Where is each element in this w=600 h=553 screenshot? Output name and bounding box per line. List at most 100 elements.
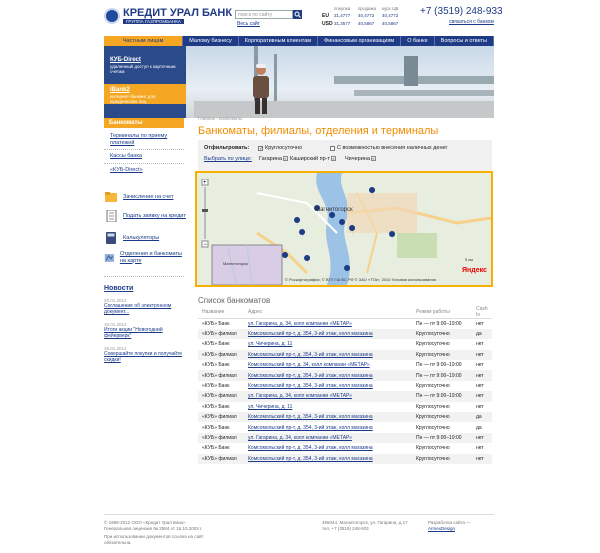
table-row: «КУБ» Банк ул. Чичерина, д. 11 Круглосуточ…	[198, 339, 492, 349]
promo-title[interactable]: КУБ-Direct	[110, 57, 180, 63]
table-row: «КУБ» Банк ул. Чичерина, д. 11 Круглосуточ…	[198, 402, 492, 412]
cell-cash-in: нет	[472, 349, 492, 361]
left-menu-item-cash-desks[interactable]: Кассы банка	[110, 153, 182, 160]
rate-cb: 40,5867	[382, 21, 399, 26]
cell-address[interactable]: Комсомольский пр-т, д. 354, 3-ий этаж, к…	[244, 422, 412, 432]
table-row: «КУБ» филиал ул. Гагарина, д. 34, колл ко…	[198, 432, 492, 444]
rate-sell: 40,5867	[358, 21, 375, 26]
atm-map[interactable]: + − Магнитогорск Магнитогорск 5 км Яндекс…	[195, 171, 493, 287]
tool-deposit[interactable]: Зачисление на счет	[104, 191, 186, 203]
nav-item-private[interactable]: Частным лицам	[104, 36, 184, 46]
map-zoom-control[interactable]: + −	[201, 179, 209, 249]
news-link[interactable]: Соглашение об электронном документ...	[104, 303, 186, 315]
cell-hours: Круглосуточно	[412, 349, 472, 361]
cell-name: «КУБ» филиал	[198, 328, 244, 340]
table-row: «КУБ» Банк Комсомольский пр-т, д. 354, 3-…	[198, 443, 492, 453]
rates-col-buy: покупка	[334, 6, 351, 11]
round-the-clock-checkbox[interactable]: ✓ Круглосуточно	[258, 145, 302, 151]
yandex-logo[interactable]: Яндекс	[462, 267, 487, 274]
cell-address[interactable]: ул. Чичерина, д. 11	[244, 339, 412, 349]
promo-kub-direct[interactable]: КУБ-Direct удаленный доступ к карточным …	[104, 54, 186, 77]
table-row: «КУБ» филиал Комсомольский пр-т, д. 354, …	[198, 328, 492, 340]
rate-currency: USD	[322, 21, 333, 27]
cash-in-checkbox[interactable]: С возможностью внесения наличных денег	[330, 145, 448, 151]
cell-address[interactable]: Комсомольский пр-т, д. 354, 3-ий этаж, к…	[244, 412, 412, 423]
promo-title[interactable]: IBank2	[110, 87, 180, 93]
map-scale: 5 км	[465, 257, 473, 262]
news-heading[interactable]: Новости	[104, 285, 133, 292]
left-menu-item-kub-direct[interactable]: «КУБ-Direct»	[110, 167, 182, 174]
tool-credit-request[interactable]: Подать заявку на кредит	[104, 210, 186, 222]
table-row: «КУБ» Банк ул. Гагарина, д. 34, колл комп…	[198, 319, 492, 329]
cell-address[interactable]: Комсомольский пр-т, д. 354, 3-ий этаж, к…	[244, 349, 412, 361]
street-tag[interactable]: Чичерина ×	[345, 156, 376, 162]
news-link[interactable]: Совершайте покупки и получайте скидки!	[104, 351, 186, 363]
logo-icon[interactable]	[104, 8, 120, 24]
search-button[interactable]	[293, 10, 302, 19]
cell-hours: Круглосуточно	[416, 424, 450, 431]
svg-text:−: −	[204, 242, 208, 248]
cell-address[interactable]: ул. Гагарина, д. 34, колл компании «МЕТА…	[244, 432, 412, 444]
tag-label: Гагарина	[259, 156, 282, 162]
cell-address[interactable]: ул. Чичерина, д. 11	[244, 402, 412, 412]
tool-map-branches[interactable]: Отделения и банкоматы на карте	[104, 251, 186, 264]
close-icon[interactable]: ×	[370, 156, 376, 161]
table-row: «КУБ» филиал Комсомольский пр-т, д. 354, …	[198, 349, 492, 361]
footer-developer: Разработка сайта — ArmexDesign	[428, 520, 471, 532]
tool-label[interactable]: Отделения и банкоматы на карте	[120, 251, 186, 264]
nav-item-about[interactable]: О банке	[401, 36, 435, 46]
cell-address[interactable]: Комсомольский пр-т, д. 354, 3-ий этаж, к…	[244, 453, 412, 464]
close-icon[interactable]: ×	[331, 156, 337, 161]
footer-phone: тел. +7 (3519) 248-933	[322, 526, 369, 531]
phone-number: +7 (3519) 248-933	[420, 6, 503, 17]
street-tag[interactable]: Гагарина ×	[259, 156, 288, 162]
cell-name: «КУБ» Банк	[202, 362, 230, 369]
atm-list-title: Список банкоматов	[198, 296, 271, 305]
cell-address[interactable]: ул. Гагарина, д. 34, колл компании «МЕТА…	[244, 319, 412, 329]
close-icon[interactable]: ×	[282, 156, 288, 161]
breadcrumb[interactable]: Главная › Банкоматы	[198, 116, 242, 121]
cell-cash-in: нет	[472, 391, 492, 402]
nav-item-corporate[interactable]: Корпоративным клиентам	[239, 36, 319, 46]
cell-address[interactable]: ул. Гагарина, д. 34, колл компании «МЕТА…	[244, 391, 412, 402]
cell-address[interactable]: Комсомольский пр-т, д. 354, 3-ий этаж, к…	[244, 381, 412, 391]
nav-item-faq[interactable]: Вопросы и ответы	[435, 36, 494, 46]
promo-ibank2[interactable]: IBank2 интернет-банкинг для юридических …	[104, 84, 186, 104]
left-menu-item-terminals[interactable]: Терминалы по приему платежей	[110, 133, 182, 147]
cell-cash-in: да	[476, 424, 482, 431]
filter-panel: Отфильтровать: ✓ Круглосуточно С возможно…	[198, 140, 492, 172]
cell-address[interactable]: Комсомольский пр-т, д. 354, 3-ий этаж, к…	[244, 328, 412, 340]
cell-hours: Круглосуточно	[416, 403, 450, 410]
news-link[interactable]: Итоги акции "Новогодний фейерверк"	[104, 327, 186, 339]
cell-address[interactable]: Комсомольский пр-т, д. 34, колл компании…	[244, 360, 412, 370]
left-menu-active-item[interactable]: Банкоматы	[104, 118, 184, 128]
map-canvas[interactable]	[197, 173, 491, 285]
cell-address[interactable]: Комсомольский пр-т, д. 354, 3-ий этаж, к…	[244, 443, 412, 453]
search-scope-select[interactable]: Весь сайт	[237, 21, 260, 27]
currency-rates: покупка продажа курс ЦБ EU 31,4777 40,47…	[322, 6, 410, 27]
tool-label[interactable]: Подать заявку на кредит	[123, 213, 186, 220]
tool-label[interactable]: Зачисление на счет	[123, 194, 174, 201]
col-address: Адрес	[244, 306, 412, 319]
cell-name: «КУБ» филиал	[198, 432, 244, 444]
cell-name: «КУБ» филиал	[198, 391, 244, 402]
table-row: «КУБ» Банк Комсомольский пр-т, д. 354, 3-…	[198, 422, 492, 432]
map-icon	[104, 253, 115, 262]
cell-hours: Пн — пт 9:00–19:00	[412, 370, 472, 381]
nav-item-financial[interactable]: Финансовым организациям	[318, 36, 402, 46]
worker-photo	[253, 64, 269, 114]
search-input[interactable]: поиск по сайту	[235, 10, 293, 19]
cell-hours: Пн — пт 9:00–19:00	[416, 362, 462, 369]
cell-address[interactable]: Комсомольский пр-т, д. 354, 3-ий этаж, к…	[244, 370, 412, 381]
tool-label[interactable]: Калькуляторы	[123, 235, 159, 242]
map-copyright[interactable]: © Роскартография, © ВТУ ГШ ВС РФ © ЗАО «…	[285, 277, 436, 282]
developer-link[interactable]: ArmexDesign	[428, 526, 471, 532]
select-street-link[interactable]: Выбрать по улице:	[204, 156, 252, 162]
table-row: «КУБ» филиал Комсомольский пр-т, д. 354, …	[198, 453, 492, 464]
contact-bank-link[interactable]: связаться с банком	[449, 19, 494, 25]
cell-name: «КУБ» филиал	[198, 349, 244, 361]
nav-item-small-business[interactable]: Малому бизнесу	[183, 36, 239, 46]
tool-calculators[interactable]: Калькуляторы	[104, 232, 186, 244]
street-tag[interactable]: Каширский пр-т ×	[290, 156, 337, 162]
logo-name[interactable]: КРЕДИТ УРАЛ БАНК	[123, 7, 232, 19]
